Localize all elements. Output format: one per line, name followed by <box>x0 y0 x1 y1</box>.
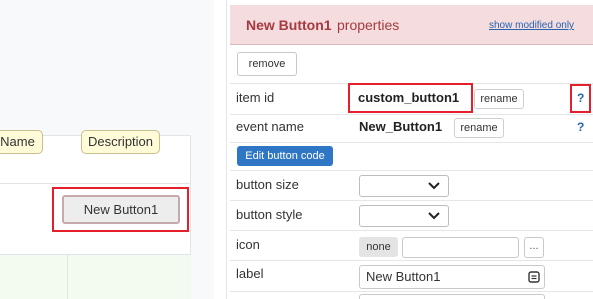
icon-none-button[interactable]: none <box>359 237 398 257</box>
grid-column-description[interactable]: Description <box>81 130 160 154</box>
icon-browse-button[interactable]: ... <box>524 237 544 258</box>
new-button1-preview[interactable]: New Button1 <box>62 195 180 224</box>
row-divider <box>230 200 593 201</box>
item-id-help-icon[interactable]: ? <box>577 91 584 105</box>
item-id-label: item id <box>236 90 275 105</box>
panel-title-suffix: properties <box>337 17 400 33</box>
button-size-select[interactable] <box>359 175 449 197</box>
button-style-select[interactable] <box>359 205 449 227</box>
item-id-rename-button[interactable]: rename <box>474 89 524 109</box>
design-canvas: New Button1 Name Description <box>0 0 214 299</box>
event-name-help-icon[interactable]: ? <box>577 120 584 134</box>
preview-panel: New Button1 <box>0 135 191 299</box>
row-divider <box>230 114 593 115</box>
grid-header-row <box>0 255 191 299</box>
row-divider <box>230 291 593 292</box>
row-divider <box>230 142 593 143</box>
next-property-input[interactable] <box>359 294 545 299</box>
chevron-down-icon <box>428 212 440 220</box>
label-label: label <box>236 266 264 281</box>
edit-text-icon[interactable] <box>528 271 540 283</box>
grid-column-name[interactable]: Name <box>0 130 43 154</box>
event-name-label: event name <box>236 119 304 134</box>
chevron-down-icon <box>428 182 440 190</box>
label-input-value: New Button1 <box>366 269 441 284</box>
event-name-value[interactable]: New_Button1 <box>359 119 442 134</box>
remove-button[interactable]: remove <box>237 52 297 76</box>
row-divider <box>230 260 593 261</box>
item-id-value[interactable]: custom_button1 <box>358 90 459 105</box>
row-divider <box>230 230 593 231</box>
show-modified-only-link[interactable]: show modified only <box>489 20 574 31</box>
preview-divider <box>0 183 191 184</box>
edit-button-code-button[interactable]: Edit button code <box>237 146 333 166</box>
row-divider <box>230 170 593 171</box>
properties-panel: New Button1 properties show modified onl… <box>226 0 593 299</box>
label-input[interactable]: New Button1 <box>359 265 545 289</box>
button-style-label: button style <box>236 207 303 222</box>
icon-label: icon <box>236 237 260 252</box>
event-name-rename-button[interactable]: rename <box>454 118 504 138</box>
panel-header: New Button1 properties show modified onl… <box>230 5 593 45</box>
button-size-label: button size <box>236 177 299 192</box>
grid-column-separator <box>67 255 68 299</box>
icon-input[interactable] <box>402 237 519 258</box>
panel-title: New Button1 <box>246 17 332 33</box>
